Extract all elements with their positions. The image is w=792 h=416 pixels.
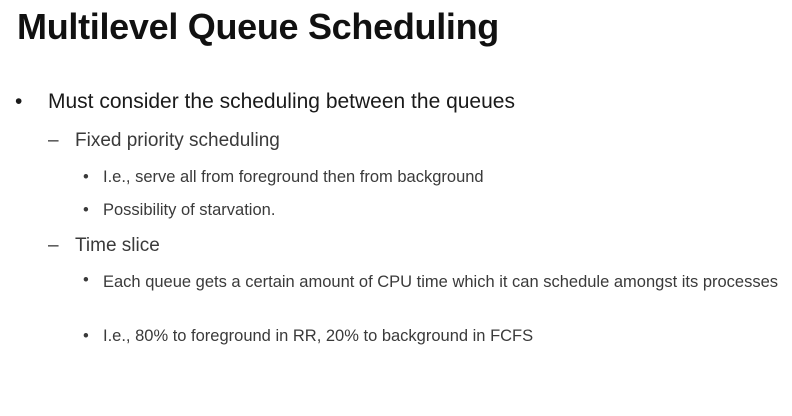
bullet-text: I.e., serve all from foreground then fro… xyxy=(103,168,484,186)
bullet-marker: • xyxy=(83,327,89,345)
bullet-marker: • xyxy=(83,168,89,186)
bullet-marker: • xyxy=(15,90,23,113)
bullet-marker: • xyxy=(83,201,89,219)
bullet-text: Fixed priority scheduling xyxy=(75,130,280,151)
bullet-text: Possibility of starvation. xyxy=(103,201,276,219)
bullet-text: I.e., 80% to foreground in RR, 20% to ba… xyxy=(103,327,534,345)
bullet-text: Each queue gets a certain amount of CPU … xyxy=(103,273,779,291)
slide-title: Multilevel Queue Scheduling xyxy=(17,6,499,47)
bullet-text: Time slice xyxy=(75,235,160,256)
bullet-text: Must consider the scheduling between the… xyxy=(48,90,515,113)
bullet-marker: • xyxy=(83,271,89,289)
bullet-level3: • Possibility of starvation. xyxy=(0,201,792,223)
slide: Multilevel Queue Scheduling • Must consi… xyxy=(0,0,792,416)
dash-marker: – xyxy=(48,130,59,151)
bullet-level3: • Each queue gets a certain amount of CP… xyxy=(0,271,792,317)
bullet-level3: • I.e., serve all from foreground then f… xyxy=(0,168,792,190)
dash-marker: – xyxy=(48,235,59,256)
bullet-level2: – Fixed priority scheduling xyxy=(0,130,792,156)
bullet-level2: – Time slice xyxy=(0,235,792,261)
bullet-level3: • I.e., 80% to foreground in RR, 20% to … xyxy=(0,327,792,349)
bullet-level1: • Must consider the scheduling between t… xyxy=(0,90,792,118)
